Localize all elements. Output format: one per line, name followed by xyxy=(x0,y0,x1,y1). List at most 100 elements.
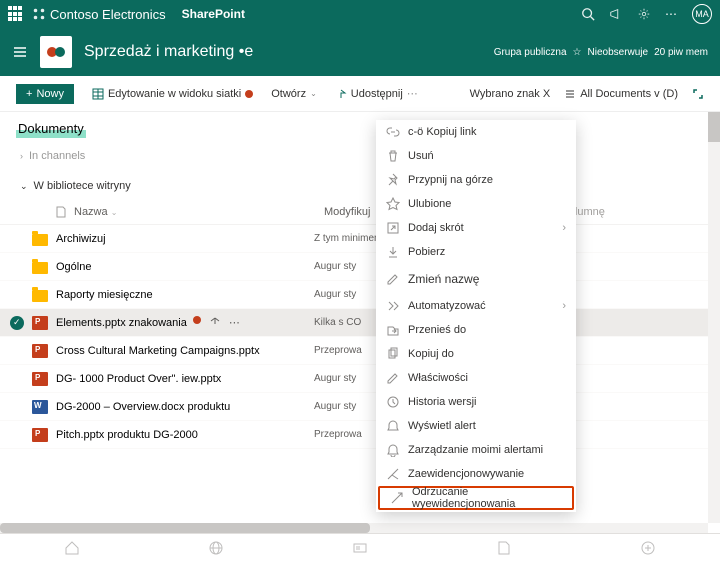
file-row[interactable]: Cross Cultural Marketing Campaigns.pptxP… xyxy=(0,337,720,365)
vertical-scrollbar[interactable] xyxy=(708,112,720,523)
chevron-down-icon: ⌄ xyxy=(310,89,317,98)
group-privacy: Grupa publiczna xyxy=(494,47,567,58)
file-name[interactable]: Raporty miesięczne xyxy=(56,289,306,301)
link-icon xyxy=(386,125,400,139)
discard-icon xyxy=(390,491,404,505)
chevron-right-icon: › xyxy=(562,222,566,234)
home-icon[interactable] xyxy=(64,540,80,556)
suite-header: Contoso Electronics SharePoint ⋯ MA xyxy=(0,0,720,28)
file-row[interactable]: Raporty miesięczneAugur sty xyxy=(0,281,720,309)
horizontal-scrollbar[interactable] xyxy=(0,523,708,533)
view-selector[interactable]: All Documents v (D) xyxy=(564,88,678,100)
chevron-right-icon: › xyxy=(562,300,566,312)
ctx-item-star[interactable]: Ulubione xyxy=(376,192,576,216)
settings-icon[interactable] xyxy=(637,7,651,21)
share-button[interactable]: Udostępnij ⋯ xyxy=(335,87,418,100)
nav-tree: › In channels ⌄ W bibliotece witryny xyxy=(0,142,720,200)
site-title[interactable]: Sprzedaż i marketing •e xyxy=(84,43,482,61)
ctx-item-props[interactable]: Właściwości xyxy=(376,366,576,390)
flow-icon xyxy=(386,299,400,313)
selection-status[interactable]: Wybrano znak X xyxy=(470,88,551,100)
app-launcher-icon[interactable] xyxy=(8,6,24,22)
ctx-item-move[interactable]: Przenieś do xyxy=(376,318,576,342)
ctx-item-label: Odrzucanie wyewidencjonowania xyxy=(412,486,562,510)
globe-icon[interactable] xyxy=(208,540,224,556)
chevron-down-icon: ⌄ xyxy=(111,208,118,217)
file-name[interactable]: Ogólne xyxy=(56,261,306,273)
ctx-item-label: Automatyzować xyxy=(408,300,486,312)
file-name[interactable]: Pitch.pptx produktu DG-2000 xyxy=(56,429,306,441)
command-bar: + Nowy Edytowanie w widoku siatki Otwórz… xyxy=(0,76,720,112)
library-heading: Dokumenty xyxy=(0,112,720,142)
ctx-item-rename[interactable]: Zmień nazwę xyxy=(376,264,576,294)
file-name[interactable]: Elements.pptx znakowania⋯ xyxy=(56,316,306,329)
ctx-item-flow[interactable]: Automatyzować › xyxy=(376,294,576,318)
ppt-icon xyxy=(32,428,48,442)
file-row[interactable]: DG- 1000 Product Over". iew.pptxAugur st… xyxy=(0,365,720,393)
ctx-item-alert[interactable]: Wyświetl alert xyxy=(376,414,576,438)
site-logo[interactable] xyxy=(40,36,72,68)
file-row[interactable]: OgólneAugur stypp xyxy=(0,253,720,281)
file-row[interactable]: DG-2000 – Overview.docx produktuAugur st… xyxy=(0,393,720,421)
news-icon[interactable] xyxy=(352,540,368,556)
file-name[interactable]: DG- 1000 Product Over". iew.pptx xyxy=(56,373,306,385)
ctx-item-discard-checkout[interactable]: Odrzucanie wyewidencjonowania xyxy=(378,486,574,510)
expand-icon[interactable] xyxy=(692,88,704,100)
column-name[interactable]: Nazwa ⌄ xyxy=(74,206,324,218)
share-icon[interactable] xyxy=(209,316,221,328)
alerts-icon xyxy=(386,443,400,457)
org-name[interactable]: Contoso Electronics xyxy=(32,7,166,22)
follow-status[interactable]: Nieobserwuje xyxy=(588,47,649,58)
edit-grid-button[interactable]: Edytowanie w widoku siatki xyxy=(92,88,253,100)
tree-item-channels[interactable]: › In channels xyxy=(20,146,700,166)
megaphone-icon[interactable] xyxy=(609,7,623,21)
checkout-indicator-icon xyxy=(193,316,201,324)
ctx-item-label: Właściwości xyxy=(408,372,468,384)
more-icon[interactable]: ⋯ xyxy=(665,7,678,21)
docx-icon xyxy=(32,400,48,414)
add-icon[interactable] xyxy=(640,540,656,556)
tree-item-site-library[interactable]: ⌄ W bibliotece witryny xyxy=(20,176,700,196)
hamburger-icon[interactable] xyxy=(12,44,28,60)
file-name[interactable]: Archiwizuj xyxy=(56,233,306,245)
grid-icon xyxy=(92,88,104,100)
ctx-item-download[interactable]: Pobierz xyxy=(376,240,576,264)
file-name[interactable]: DG-2000 – Overview.docx produktu xyxy=(56,401,306,413)
members-count[interactable]: 20 piw mem xyxy=(654,47,708,58)
new-button[interactable]: + Nowy xyxy=(16,84,74,104)
file-row[interactable]: Elements.pptx znakowania⋯Kilka s COistra… xyxy=(0,309,720,337)
app-name[interactable]: SharePoint xyxy=(182,7,245,21)
ctx-item-pin[interactable]: Przypnij na górze xyxy=(376,168,576,192)
open-button[interactable]: Otwórz ⌄ xyxy=(271,88,317,100)
ctx-item-label: Dodaj skrót xyxy=(408,222,464,234)
ctx-item-label: Zmień nazwę xyxy=(408,272,479,286)
user-avatar[interactable]: MA xyxy=(692,4,712,24)
file-row[interactable]: Pitch.pptx produktu DG-2000Przeprowa xyxy=(0,421,720,449)
ctx-item-checkin[interactable]: Zaewidencjonowywanie xyxy=(376,462,576,486)
star-icon[interactable]: ☆ xyxy=(573,47,582,58)
pin-icon xyxy=(386,173,400,187)
ctx-item-alerts[interactable]: Zarządzanie moimi alertami xyxy=(376,438,576,462)
share-icon xyxy=(335,88,347,100)
ctx-item-label: Usuń xyxy=(408,150,434,162)
more-icon: ⋯ xyxy=(407,87,418,100)
file-row[interactable]: ArchiwizujZ tym minimemstrator xyxy=(0,225,720,253)
ctx-item-copy[interactable]: Kopiuj do xyxy=(376,342,576,366)
ppt-icon xyxy=(32,316,48,330)
file-type-header-icon[interactable] xyxy=(56,206,66,218)
folder-icon xyxy=(32,290,48,302)
ctx-item-label: c-ö Kopiuj link xyxy=(408,126,476,138)
files-icon[interactable] xyxy=(496,540,512,556)
ctx-item-label: Historia wersji xyxy=(408,396,476,408)
ctx-item-history[interactable]: Historia wersji xyxy=(376,390,576,414)
ctx-item-trash[interactable]: Usuń xyxy=(376,144,576,168)
ctx-item-label: Wyświetl alert xyxy=(408,420,476,432)
star-icon xyxy=(386,197,400,211)
site-header: Sprzedaż i marketing •e Grupa publiczna … xyxy=(0,28,720,76)
ctx-item-shortcut[interactable]: Dodaj skrót › xyxy=(376,216,576,240)
search-icon[interactable] xyxy=(581,7,595,21)
ppt-icon xyxy=(32,372,48,386)
more-icon[interactable]: ⋯ xyxy=(229,316,240,329)
ctx-item-link[interactable]: c-ö Kopiuj link xyxy=(376,120,576,144)
file-name[interactable]: Cross Cultural Marketing Campaigns.pptx xyxy=(56,345,306,357)
